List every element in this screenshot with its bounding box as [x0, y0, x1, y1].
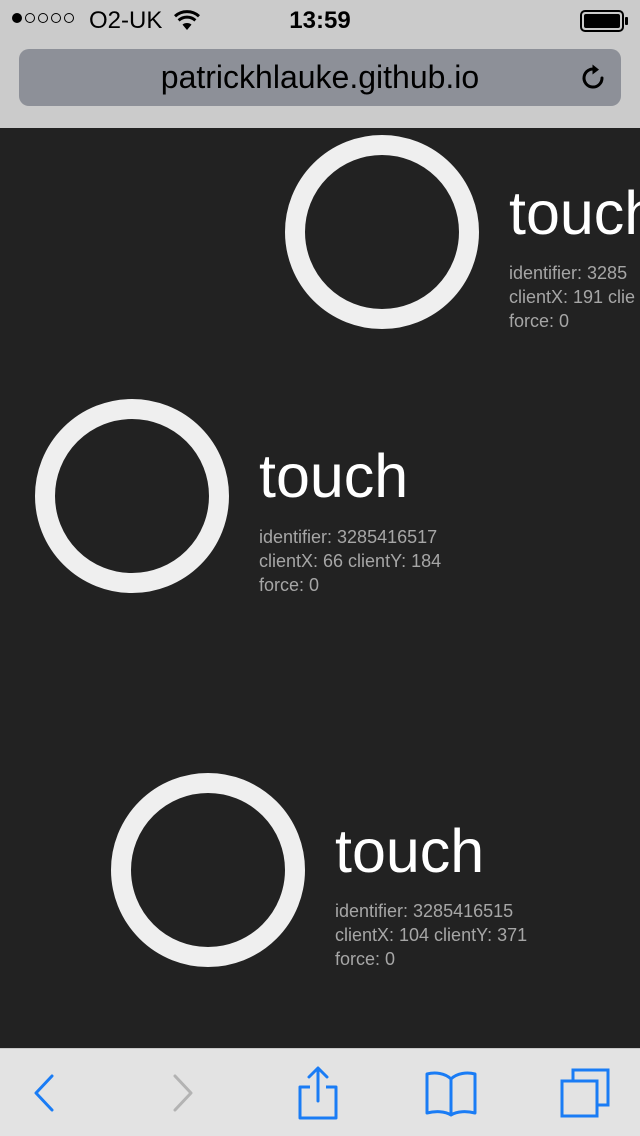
status-time: 13:59 [289, 7, 351, 34]
tabs-button[interactable] [554, 1049, 616, 1136]
touch-identifier: identifier: 3285416515 [335, 901, 514, 921]
bookmarks-icon[interactable] [423, 1069, 479, 1117]
back-button[interactable] [14, 1049, 74, 1136]
status-bar: O2-UK 13:59 [0, 0, 640, 40]
touch-title: touch [259, 442, 409, 510]
share-icon[interactable] [296, 1065, 340, 1121]
touch-force: force: 0 [335, 949, 396, 969]
browser-top-chrome: O2-UK 13:59 patrickhlauke.github.io [0, 0, 640, 128]
touch-title: touch [335, 817, 485, 885]
bookmarks-button[interactable] [420, 1049, 482, 1136]
touch-circle [285, 135, 479, 329]
touch-client-coords: clientX: 104 clientY: 371 [335, 925, 528, 945]
browser-toolbar [0, 1048, 640, 1136]
touch-client-coords: clientX: 66 clientY: 184 [259, 551, 442, 571]
touch-title: touch [509, 179, 640, 247]
touch-client-coords: clientX: 191 clie [509, 287, 636, 307]
touch-force: force: 0 [259, 575, 320, 595]
touch-force: force: 0 [509, 311, 570, 331]
phone-screen: O2-UK 13:59 patrickhlauke.github.io touc… [0, 0, 640, 1136]
touch-identifier: identifier: 3285416517 [259, 527, 438, 547]
back-icon[interactable] [32, 1073, 56, 1113]
share-button[interactable] [288, 1049, 348, 1136]
battery-icon [580, 10, 628, 32]
tabs-icon[interactable] [559, 1067, 611, 1119]
touch-circle [111, 773, 305, 967]
touch-circle [35, 399, 229, 593]
address-bar[interactable]: patrickhlauke.github.io [19, 49, 621, 106]
reload-icon[interactable] [578, 63, 608, 93]
touch-identifier: identifier: 3285 [509, 263, 628, 283]
forward-button[interactable] [153, 1049, 213, 1136]
forward-icon[interactable] [171, 1073, 195, 1113]
url-text[interactable]: patrickhlauke.github.io [0, 49, 640, 106]
